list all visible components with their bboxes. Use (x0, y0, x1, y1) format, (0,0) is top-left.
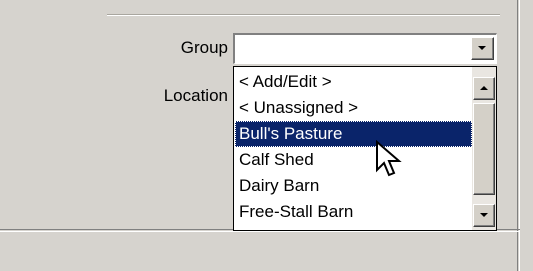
group-separator (107, 14, 500, 16)
location-dropdown-list[interactable]: < Add/Edit > < Unassigned > Bull's Pastu… (233, 66, 497, 231)
arrow-down-icon (480, 213, 488, 217)
group-dropdown-button[interactable] (471, 37, 494, 60)
scroll-down-button[interactable] (473, 204, 495, 227)
list-item-dairy-barn[interactable]: Dairy Barn (235, 173, 472, 199)
group-label: Group (180, 38, 228, 57)
vertical-scrollbar[interactable] (472, 67, 496, 230)
location-label: Location (163, 86, 228, 105)
dialog-panel: Group Location < Add/Edit > < Unassigned… (0, 0, 533, 271)
chevron-down-icon (478, 46, 486, 50)
list-item-free-stall-barn[interactable]: Free-Stall Barn (235, 199, 472, 225)
mouse-pointer-icon (376, 140, 402, 177)
group-combobox[interactable] (233, 33, 497, 64)
list-item-calf-shed[interactable]: Calf Shed (235, 147, 472, 173)
arrow-up-icon (480, 86, 488, 90)
list-item-add-edit[interactable]: < Add/Edit > (235, 69, 472, 95)
list-item-unassigned[interactable]: < Unassigned > (235, 95, 472, 121)
location-options: < Add/Edit > < Unassigned > Bull's Pastu… (235, 69, 472, 225)
scroll-thumb[interactable] (473, 103, 495, 195)
scroll-up-button[interactable] (473, 77, 495, 100)
list-item-bulls-pasture[interactable]: Bull's Pasture (235, 121, 472, 147)
